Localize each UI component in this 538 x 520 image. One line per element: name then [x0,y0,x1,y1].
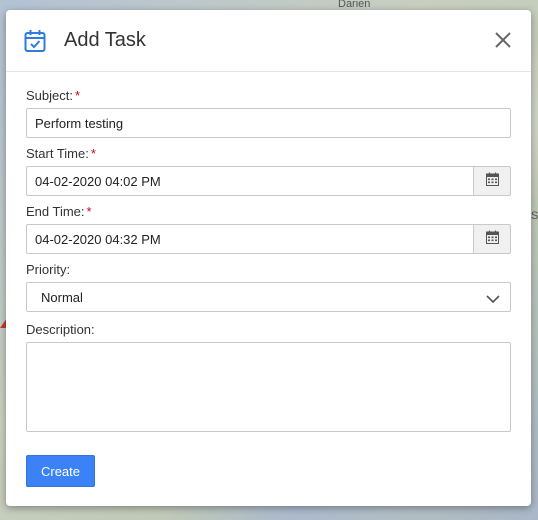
subject-input[interactable] [26,108,511,138]
add-task-dialog: Add Task Subject:* Start Time:* [6,10,531,506]
chevron-down-icon [486,292,500,304]
priority-select[interactable]: Normal [26,282,511,312]
calendar-icon [485,230,499,249]
start-time-calendar-button[interactable] [473,166,511,196]
description-textarea[interactable] [26,342,511,432]
priority-selected-value: Normal [41,289,83,305]
description-label: Description: [26,322,95,337]
priority-label: Priority: [26,262,71,277]
calendar-icon [485,172,499,191]
create-button[interactable]: Create [26,455,95,487]
end-time-label: End Time: * [26,204,92,219]
map-place-label: Darien [338,0,371,10]
required-marker: * [86,204,92,219]
end-time-input[interactable] [26,224,473,254]
required-marker: * [90,146,96,161]
start-time-label: Start Time: * [26,146,96,161]
start-time-input[interactable] [26,166,473,196]
required-marker: * [74,88,81,103]
dialog-body: Subject:* Start Time:* [6,72,531,487]
calendar-check-icon [24,29,46,53]
start-time-picker [26,166,511,196]
dialog-header: Add Task [6,10,531,72]
end-time-picker [26,224,511,254]
close-icon[interactable] [493,30,513,50]
dialog-title: Add Task [64,29,146,51]
end-time-calendar-button[interactable] [473,224,511,254]
map-place-label-side: Sr [531,210,538,222]
subject-label: Subject: * [26,88,81,103]
